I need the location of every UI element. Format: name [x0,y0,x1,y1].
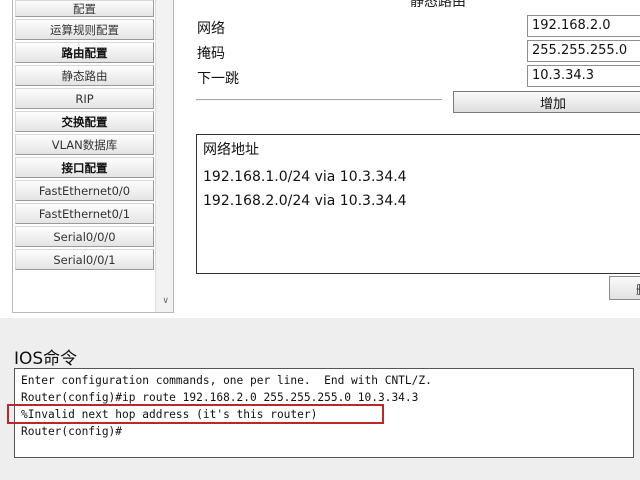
divider [196,99,442,101]
sidebar-item-fastethernet0-1[interactable]: FastEthernet0/1 [15,203,154,224]
route-list-header: 网络地址 [203,142,259,158]
sidebar-item-algorithm-config[interactable]: 运算规则配置 [15,19,154,40]
route-list-item[interactable]: 192.168.2.0/24 via 10.3.34.4 [203,189,640,213]
next-hop-label: 下一跳 [197,71,239,87]
add-button[interactable]: 增加 [453,91,640,113]
ios-title: IOS命令 [14,349,78,369]
delete-button[interactable]: 删 [609,276,640,300]
panel-title: 静态路由 [410,0,466,10]
sidebar: 配置 运算规则配置 路由配置 静态路由 RIP 交换配置 VLAN数据库 接口配… [12,0,174,313]
route-list[interactable]: 网络地址 192.168.1.0/24 via 10.3.34.4 192.16… [196,134,640,274]
sidebar-section-routing: 路由配置 [15,42,154,63]
route-list-item[interactable]: 192.168.1.0/24 via 10.3.34.4 [203,165,640,189]
sidebar-item-fastethernet0-0[interactable]: FastEthernet0/0 [15,180,154,201]
mask-input[interactable]: 255.255.255.0 [527,40,640,62]
sidebar-section-switching: 交换配置 [15,111,154,132]
network-input[interactable]: 192.168.2.0 [527,15,640,37]
mask-label: 掩码 [197,46,225,62]
sidebar-list: 配置 运算规则配置 路由配置 静态路由 RIP 交换配置 VLAN数据库 接口配… [15,0,154,272]
sidebar-section-interface: 接口配置 [15,157,154,178]
console-prompt-line[interactable]: Router(config)# [21,423,633,440]
sidebar-item-vlan-database[interactable]: VLAN数据库 [15,134,154,155]
sidebar-item-static-route[interactable]: 静态路由 [15,65,154,86]
network-label: 网络 [197,21,225,37]
sidebar-scrollbar[interactable]: ∨ [155,0,173,312]
next-hop-input[interactable]: 10.3.34.3 [527,65,640,87]
sidebar-item-serial0-0-0[interactable]: Serial0/0/0 [15,226,154,247]
sidebar-item-serial0-0-1[interactable]: Serial0/0/1 [15,249,154,270]
error-highlight-box [7,404,384,424]
chevron-down-icon[interactable]: ∨ [162,296,169,306]
sidebar-item-rip[interactable]: RIP [15,88,154,109]
console-line: Enter configuration commands, one per li… [21,374,432,387]
sidebar-item-config[interactable]: 配置 [15,0,154,17]
